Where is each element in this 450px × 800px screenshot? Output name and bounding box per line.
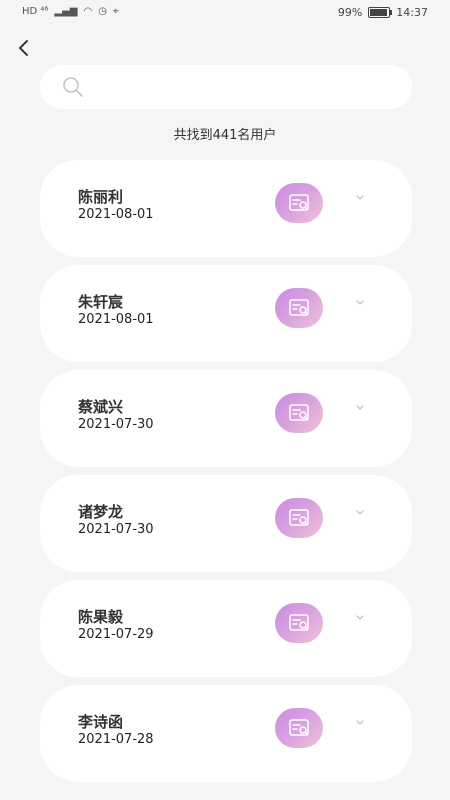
document-search-icon (289, 509, 309, 526)
document-search-icon (289, 614, 309, 631)
expand-button[interactable] (354, 608, 366, 620)
chevron-down-icon (356, 300, 364, 305)
user-card[interactable]: 陈果毅 2021-07-29 (40, 580, 412, 677)
expand-button[interactable] (354, 398, 366, 410)
wifi-icon: ◠ (83, 6, 93, 17)
document-search-icon (289, 719, 309, 736)
chevron-down-icon (356, 405, 364, 410)
document-search-icon (289, 404, 309, 421)
user-date: 2021-07-30 (78, 522, 154, 537)
clock: 14:37 (396, 6, 428, 19)
result-count: 共找到441名用户 (173, 128, 277, 143)
alarm-icon: ◷ (98, 6, 107, 17)
user-card[interactable]: 李诗函 2021-07-28 (40, 685, 412, 782)
expand-button[interactable] (354, 293, 366, 305)
battery-icon (368, 7, 393, 18)
user-card[interactable]: 蔡斌兴 2021-07-30 (40, 370, 412, 467)
view-record-button[interactable] (275, 603, 323, 643)
search-bar[interactable] (40, 65, 412, 109)
document-search-icon (289, 194, 309, 211)
location-icon: ⌖ (112, 6, 119, 17)
view-record-button[interactable] (275, 183, 323, 223)
battery-percent: 99% (337, 6, 363, 19)
expand-button[interactable] (354, 713, 366, 725)
back-button[interactable] (14, 38, 34, 58)
user-card[interactable]: 陈丽利 2021-08-01 (40, 160, 412, 257)
user-card[interactable]: 朱轩宸 2021-08-01 (40, 265, 412, 362)
chevron-down-icon (356, 195, 364, 200)
status-left: HD ⁴⁶ ▂▄▆ ◠ ◷ ⌖ (22, 6, 119, 17)
chevron-down-icon (356, 615, 364, 620)
user-date: 2021-07-30 (78, 417, 154, 432)
back-arrow-icon (19, 40, 28, 56)
user-list: 陈丽利 2021-08-01 朱轩宸 2021-08-01 蔡斌兴 2021-0… (40, 160, 412, 790)
expand-button[interactable] (354, 503, 366, 515)
view-record-button[interactable] (275, 498, 323, 538)
view-record-button[interactable] (275, 393, 323, 433)
user-date: 2021-07-28 (78, 732, 154, 747)
view-record-button[interactable] (275, 288, 323, 328)
status-right: 99% 14:37 (338, 6, 428, 19)
signal-icon: ▂▄▆ (54, 6, 78, 17)
user-name: 蔡斌兴 (78, 398, 124, 416)
user-name: 诸梦龙 (78, 503, 124, 521)
user-name: 李诗函 (78, 713, 124, 731)
expand-button[interactable] (354, 188, 366, 200)
user-name: 陈果毅 (78, 608, 124, 626)
user-name: 陈丽利 (78, 188, 124, 206)
user-card[interactable]: 诸梦龙 2021-07-30 (40, 475, 412, 572)
status-bar: HD ⁴⁶ ▂▄▆ ◠ ◷ ⌖ 99% 14:37 (0, 0, 450, 26)
chevron-down-icon (356, 510, 364, 515)
view-record-button[interactable] (275, 708, 323, 748)
search-input[interactable] (94, 73, 398, 103)
network-indicator: HD ⁴⁶ (22, 6, 49, 17)
document-search-icon (289, 299, 309, 316)
user-date: 2021-08-01 (78, 207, 154, 222)
user-date: 2021-08-01 (78, 312, 154, 327)
search-icon (63, 77, 83, 97)
chevron-down-icon (356, 720, 364, 725)
user-name: 朱轩宸 (78, 293, 124, 311)
user-date: 2021-07-29 (78, 627, 154, 642)
